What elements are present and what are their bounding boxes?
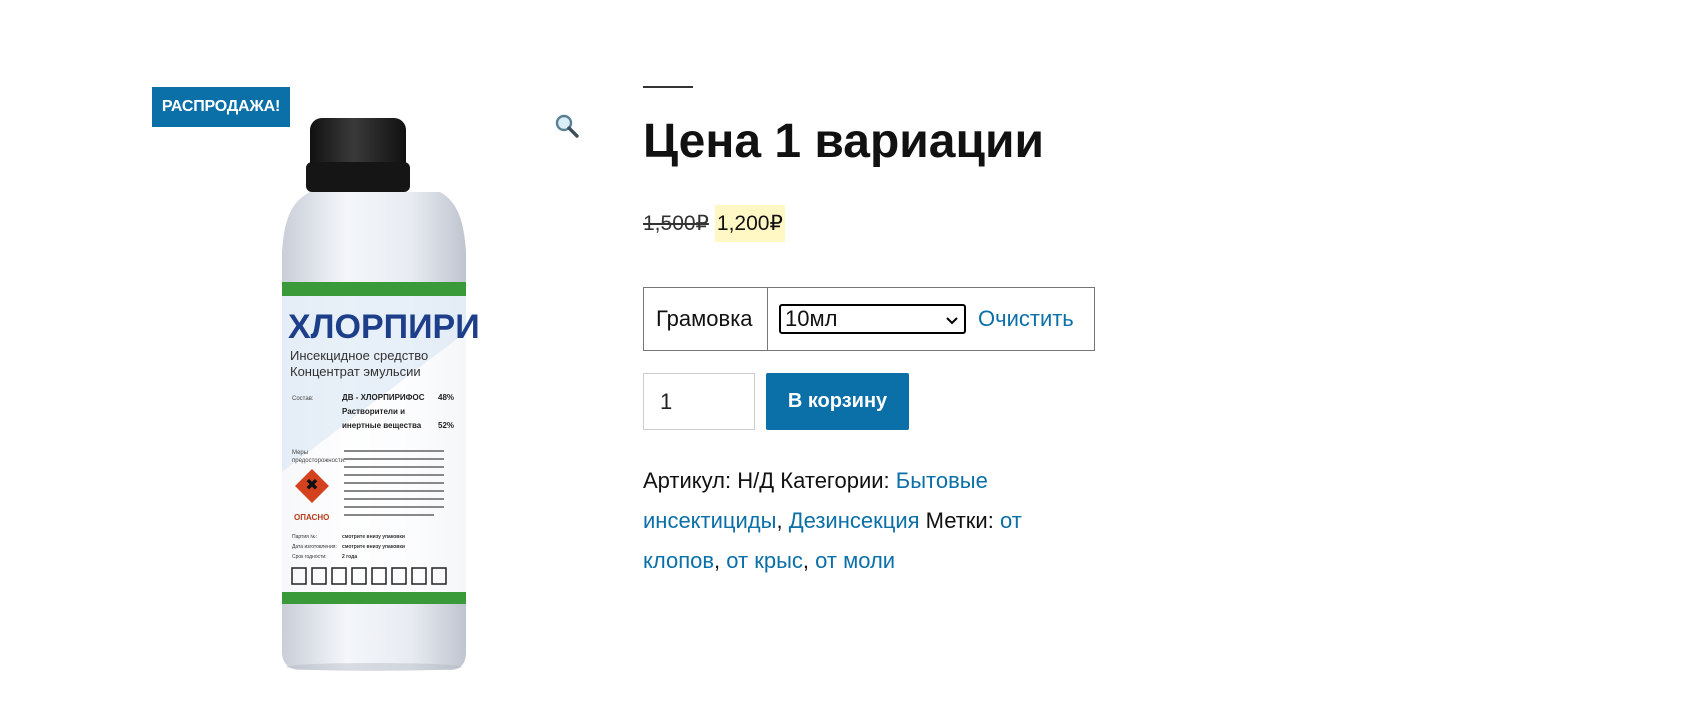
bottle-comp1: ДВ - ХЛОРПИРИФОС bbox=[342, 393, 425, 402]
variation-table: Грамовка 10мл Очистить bbox=[643, 287, 1095, 351]
tags-label: Метки: bbox=[925, 508, 994, 533]
zoom-icon[interactable] bbox=[553, 112, 581, 140]
price: 1,500₽ 1,200₽ bbox=[643, 203, 785, 243]
variation-label: Грамовка bbox=[644, 288, 768, 350]
bottle-comp-label: Состав: bbox=[292, 396, 314, 402]
variation-value-cell: 10мл Очистить bbox=[768, 288, 1094, 350]
bottle-batch-label: Партия №: bbox=[292, 534, 317, 540]
variation-select[interactable]: 10мл bbox=[779, 304, 966, 334]
bottle-sub2: Концентрат эмульсии bbox=[290, 364, 421, 379]
category-link[interactable]: Дезинсекция bbox=[789, 508, 920, 533]
bottle-sub1: Инсекцидное средство bbox=[290, 348, 428, 363]
bottle-measures-label2: предосторожности: bbox=[292, 458, 346, 464]
bottle-comp1-pct: 48% bbox=[438, 393, 454, 402]
svg-text:✖: ✖ bbox=[305, 475, 318, 494]
title-divider bbox=[643, 86, 693, 88]
chevron-down-icon bbox=[946, 306, 958, 332]
tag-link[interactable]: от моли bbox=[815, 548, 895, 573]
price-new: 1,200₽ bbox=[714, 204, 785, 242]
bottle-comp2: Растворители и bbox=[342, 407, 405, 416]
variation-selected-value: 10мл bbox=[785, 306, 838, 331]
bottle-shelf-value: 2 года bbox=[342, 554, 357, 560]
price-old: 1,500₽ bbox=[643, 211, 709, 235]
bottle-measures-label: Меры bbox=[292, 450, 308, 456]
quantity-input[interactable]: 1 bbox=[643, 373, 755, 430]
bottle-brand: ХЛОРПИРИ bbox=[288, 308, 480, 346]
tag-link[interactable]: от крыс bbox=[726, 548, 803, 573]
bottle-danger-label: ОПАСНО bbox=[294, 513, 329, 522]
bottle-shelf-label: Срок годности: bbox=[292, 554, 327, 560]
sku-value: Н/Д bbox=[737, 468, 775, 493]
product-image[interactable]: ХЛОРПИРИ Инсекцидное средство Концентрат… bbox=[270, 112, 480, 672]
bottle-comp3-pct: 52% bbox=[438, 421, 454, 430]
bottle-date-label: Дата изготовления: bbox=[292, 544, 337, 550]
categories-label: Категории: bbox=[780, 468, 890, 493]
product-meta: Артикул: Н/Д Категории: Бытовые инсектиц… bbox=[643, 468, 1022, 573]
bottle-comp3: инертные вещества bbox=[342, 421, 422, 430]
sku-label: Артикул: bbox=[643, 468, 732, 493]
clear-variation-link[interactable]: Очистить bbox=[978, 306, 1074, 332]
add-to-cart-button[interactable]: В корзину bbox=[766, 373, 909, 430]
product-title: Цена 1 вариации bbox=[643, 115, 1045, 168]
bottle-batch-value: смотрите внизу упаковки bbox=[342, 534, 405, 540]
bottle-date-value: смотрите внизу упаковки bbox=[342, 544, 405, 550]
